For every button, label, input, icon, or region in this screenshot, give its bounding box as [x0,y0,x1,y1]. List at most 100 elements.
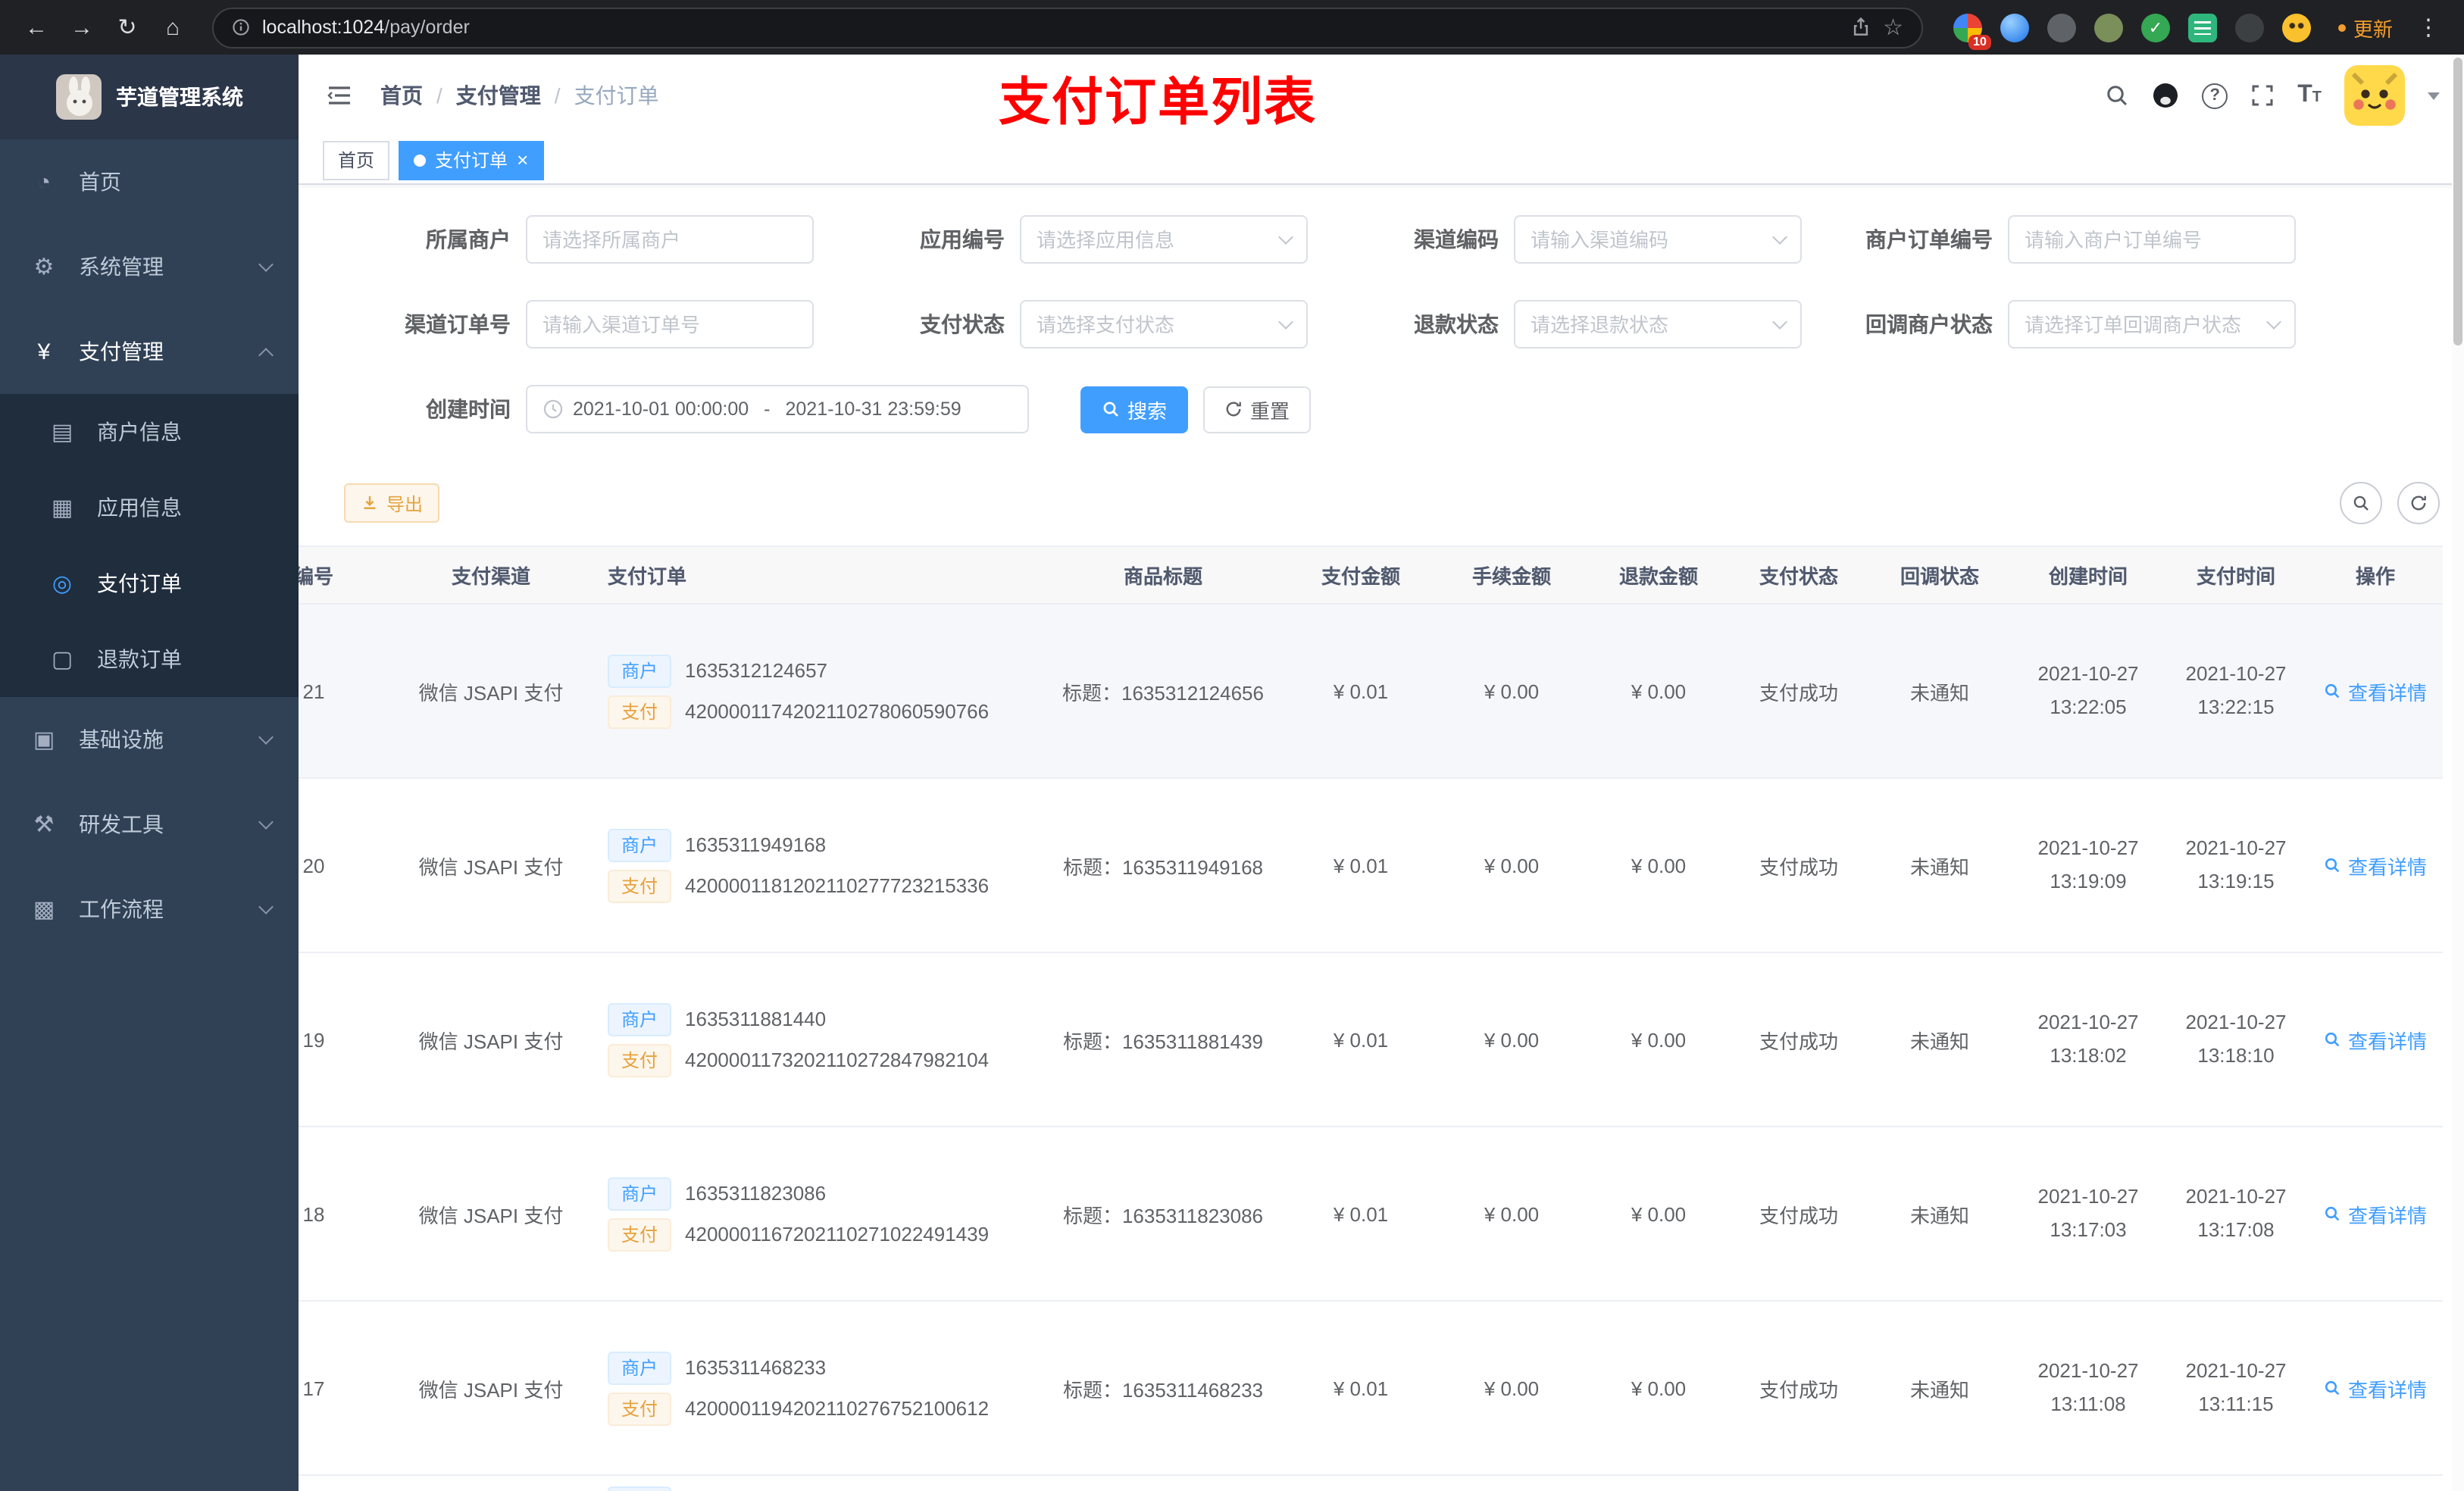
sidebar-item-payment[interactable]: ¥ 支付管理 [0,309,299,394]
search-icon[interactable] [2105,83,2129,108]
extension-icon[interactable] [2047,13,2076,42]
date-start: 2021-10-01 00:00:00 [573,399,749,420]
sidebar-item-app-info[interactable]: ▦ 应用信息 [0,470,299,545]
home-button[interactable]: ⌂ [152,6,194,48]
view-detail-link[interactable]: 查看详情 [2324,851,2427,880]
browser-menu-icon[interactable]: ⋮ [2408,14,2449,41]
chevron-down-icon [1278,314,1293,330]
view-detail-link[interactable]: 查看详情 [2324,1199,2427,1228]
sidebar-item-infrastructure[interactable]: ▣ 基础设施 [0,697,299,782]
infrastructure-icon: ▣ [33,727,55,753]
sidebar-item-pay-order[interactable]: ◎ 支付订单 [0,545,299,621]
close-tab-icon[interactable]: × [517,150,528,170]
extension-icon[interactable] [2093,13,2123,42]
sidebar-item-refund-order[interactable]: ▢ 退款订单 [0,621,299,697]
back-button[interactable]: ← [15,6,58,48]
table-header-row: 编号 支付渠道 支付订单 商品标题 支付金额 手续金额 退款金额 支付状态 回调… [299,545,2443,605]
extension-icon[interactable]: 10 [1953,13,1991,49]
screen: ← → ↻ ⌂ localhost:1024/pay/order ☆ 10 ✓ … [0,0,2464,1491]
channel-order-no-input[interactable] [543,313,797,336]
sidebar-item-workflow[interactable]: ▩ 工作流程 [0,867,299,952]
address-bar[interactable]: localhost:1024/pay/order ☆ [212,7,1923,48]
filter-label: 所属商户 [426,227,511,252]
view-detail-link[interactable]: 查看详情 [2324,1025,2427,1054]
pay-tag: 支付 [608,869,672,902]
filter-label: 支付状态 [920,312,1005,336]
toggle-search-button[interactable] [2340,482,2382,524]
filter-label: 应用编号 [920,227,1005,252]
channel-code-select[interactable] [1514,215,1802,264]
extension-icon[interactable] [2234,13,2264,42]
extension-icon[interactable] [2187,13,2217,42]
help-icon[interactable]: ? [2202,83,2228,108]
col-id: 编号 [299,545,389,605]
extension-icon[interactable] [2281,13,2311,42]
channel-order-no-filter[interactable] [526,300,814,349]
breadcrumb: 首页 / 支付管理 / 支付订单 [380,80,659,111]
reload-button[interactable]: ↻ [106,6,149,48]
merchant-order-no-filter[interactable] [2008,215,2296,264]
chevron-down-icon [1772,230,1787,245]
col-status: 支付状态 [1731,545,1867,605]
export-button[interactable]: 导出 [344,483,440,523]
update-dot [2337,23,2346,31]
order-table-body: 21 微信 JSAPI 支付 商户 1635312124657 支付 4200001… [299,604,2443,1476]
refresh-button[interactable] [2397,482,2440,524]
sidebar-item-merchant-info[interactable]: ▤ 商户信息 [0,394,299,470]
sidebar-item-system[interactable]: ⚙ 系统管理 [0,224,299,309]
tab-home[interactable]: 首页 [323,140,390,180]
pay-tag: 支付 [608,1217,672,1251]
share-icon[interactable] [1850,17,1871,38]
channel-code-input[interactable] [1531,228,1765,251]
refund-status-input[interactable] [1531,313,1765,336]
fullscreen-icon[interactable] [2250,83,2275,108]
gear-icon: ⚙ [33,255,55,280]
site-info-icon[interactable] [232,18,250,36]
tools-icon: ⚒ [33,812,55,838]
tab-pay-order[interactable]: 支付订单 × [399,140,544,180]
page-title-annotation: 支付订单列表 [999,74,1317,132]
logo-image [55,74,101,120]
app-logo[interactable]: 芋道管理系统 [0,55,299,139]
sidebar-item-dev-tools[interactable]: ⚒ 研发工具 [0,782,299,867]
reset-button[interactable]: 重置 [1203,386,1312,433]
pay-status-select[interactable] [1020,300,1308,349]
merchant-order-no-input[interactable] [2025,228,2279,251]
app-select[interactable] [1020,215,1308,264]
date-range-picker[interactable]: 2021-10-01 00:00:00 - 2021-10-31 23:59:5… [526,385,1029,433]
target-icon: ◎ [52,571,73,597]
table-toolbar: 导出 [344,482,2464,524]
merchant-filter[interactable] [526,215,814,264]
extension-icon[interactable]: ✓ [2140,13,2170,42]
notify-status-input[interactable] [2025,313,2259,336]
view-detail-link[interactable]: 查看详情 [2324,1374,2427,1402]
breadcrumb-home[interactable]: 首页 [380,80,423,111]
merchant-input[interactable] [543,228,797,251]
avatar-caret-icon[interactable] [2428,92,2440,99]
sidebar-toggle-icon[interactable] [323,79,356,112]
date-separator: - [764,399,771,420]
col-title: 商品标题 [1041,545,1285,605]
breadcrumb-payment[interactable]: 支付管理 [456,80,541,111]
chevron-down-icon [258,257,274,272]
sidebar-item-home[interactable]: ◔ 首页 [0,139,299,224]
bookmark-star-icon[interactable]: ☆ [1883,14,1903,41]
refund-status-select[interactable] [1514,300,1802,349]
font-size-icon[interactable]: TT [2297,83,2322,108]
pay-status-input[interactable] [1037,313,1271,336]
github-icon[interactable] [2152,82,2179,109]
notify-status-select[interactable] [2008,300,2296,349]
user-avatar[interactable] [2344,65,2405,126]
search-button[interactable]: 搜索 [1080,386,1189,433]
table-row: 17 微信 JSAPI 支付 商户 1635311468233 支付 4200001… [299,1301,2443,1476]
extension-icon[interactable] [2000,13,2029,42]
col-fee: 手续金额 [1437,545,1587,605]
browser-update-button[interactable]: 更新 [2326,8,2405,46]
scrollbar-thumb[interactable] [2453,58,2462,345]
view-detail-link[interactable]: 查看详情 [2324,677,2427,705]
col-channel: 支付渠道 [389,545,593,605]
page-scrollbar[interactable] [2452,55,2464,1491]
app-input[interactable] [1037,228,1271,251]
forward-button[interactable]: → [61,6,103,48]
active-tab-dot [414,154,427,166]
